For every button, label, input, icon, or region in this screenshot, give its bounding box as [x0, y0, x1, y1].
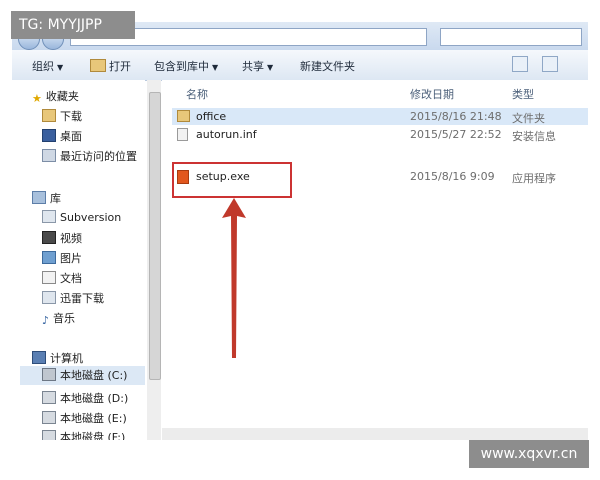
desktop-icon [42, 129, 56, 142]
horizontal-scrollbar[interactable] [162, 428, 588, 440]
column-header-name[interactable]: 名称 [186, 86, 208, 102]
hard-drive-icon [42, 430, 56, 440]
file-date: 2015/8/16 9:09 [410, 170, 495, 183]
setup-highlight-box [172, 162, 292, 198]
column-header-date[interactable]: 修改日期 [410, 86, 454, 102]
file-row-autorun[interactable]: autorun.inf 2015/5/27 22:52 安装信息 [172, 126, 588, 143]
file-row-office[interactable]: office 2015/8/16 21:48 文件夹 [172, 108, 588, 125]
sidebar-item-label: 图片 [60, 252, 82, 265]
file-name: office [196, 110, 227, 123]
scrollbar-thumb[interactable] [149, 92, 161, 380]
navigation-scrollbar[interactable] [147, 80, 161, 440]
search-input[interactable] [440, 28, 582, 46]
file-type: 安装信息 [512, 130, 556, 143]
explorer-window: 组织 ▼ 打开 包含到库中 ▼ 共享 ▼ 新建文件夹 ★ 收藏夹 下载 桌面 最近访问的… [12, 22, 588, 440]
picture-icon [42, 251, 56, 264]
sidebar-item-downloads[interactable]: 下载 [42, 108, 82, 124]
sidebar-item-drive-e[interactable]: 本地磁盘 (E:) [42, 410, 127, 426]
share-label: 共享 [242, 60, 264, 73]
sidebar-item-desktop[interactable]: 桌面 [42, 128, 82, 144]
arrow-shape [222, 198, 246, 358]
open-button[interactable]: 打开 [90, 58, 131, 74]
sidebar-libraries-header[interactable]: 库 [32, 190, 61, 206]
organize-button[interactable]: 组织 ▼ [32, 58, 63, 74]
view-options-icon[interactable] [542, 56, 558, 72]
command-toolbar: 组织 ▼ 打开 包含到库中 ▼ 共享 ▼ 新建文件夹 [12, 50, 588, 81]
sidebar-item-label: 视频 [60, 232, 82, 245]
sidebar-item-pictures[interactable]: 图片 [42, 250, 82, 266]
folder-icon [177, 110, 190, 122]
sidebar-item-label: 本地磁盘 (D:) [60, 392, 129, 405]
hard-drive-icon [42, 411, 56, 424]
sidebar-item-thunder-downloads[interactable]: 迅雷下载 [42, 290, 104, 306]
sidebar-item-label: 文档 [60, 272, 82, 285]
libraries-label: 库 [50, 192, 61, 205]
chevron-down-icon: ▼ [212, 63, 219, 72]
sidebar-item-recent[interactable]: 最近访问的位置 [42, 148, 137, 164]
sidebar-item-label: 本地磁盘 (E:) [60, 412, 127, 425]
sidebar-item-label: Subversion [60, 211, 122, 224]
sidebar-item-label: 迅雷下载 [60, 292, 104, 305]
file-name: autorun.inf [196, 128, 257, 141]
column-header-type[interactable]: 类型 [512, 86, 534, 102]
tg-watermark: TG: MYYJJPP [11, 11, 135, 39]
hard-drive-icon [42, 391, 56, 404]
chevron-down-icon: ▼ [57, 63, 64, 72]
include-library-label: 包含到库中 [154, 60, 209, 73]
sidebar-computer-header[interactable]: 计算机 [32, 350, 83, 366]
preview-pane-icon[interactable] [512, 56, 528, 72]
open-label: 打开 [109, 60, 131, 73]
sidebar-item-documents[interactable]: 文档 [42, 270, 82, 286]
recent-places-icon [42, 149, 56, 162]
system-drive-icon [42, 368, 56, 381]
library-icon [32, 191, 46, 204]
music-note-icon: ♪ [42, 314, 50, 327]
star-icon: ★ [32, 92, 42, 105]
new-folder-button[interactable]: 新建文件夹 [300, 58, 355, 74]
sidebar-item-label: 音乐 [53, 312, 76, 325]
sidebar-item-drive-c[interactable]: 本地磁盘 (C:) [20, 366, 145, 385]
sidebar-item-drive-d[interactable]: 本地磁盘 (D:) [42, 390, 128, 406]
chevron-down-icon: ▼ [267, 63, 274, 72]
sidebar-item-label: 最近访问的位置 [60, 150, 137, 163]
share-button[interactable]: 共享 ▼ [242, 58, 273, 74]
file-type: 应用程序 [512, 172, 556, 185]
file-date: 2015/5/27 22:52 [410, 128, 502, 141]
sidebar-item-drive-f[interactable]: 本地磁盘 (F:) [42, 429, 125, 440]
file-list-pane: 名称 修改日期 类型 office 2015/8/16 21:48 文件夹 au… [162, 80, 588, 440]
sidebar-item-label: 桌面 [60, 130, 82, 143]
site-watermark: www.xqxvr.cn [469, 440, 589, 468]
downloads-folder-icon [42, 109, 56, 122]
sidebar-item-music[interactable]: ♪ 音乐 [42, 310, 76, 327]
settings-file-icon [177, 128, 188, 141]
video-icon [42, 231, 56, 244]
organize-label: 组织 [32, 60, 54, 73]
computer-icon [32, 351, 46, 364]
red-arrow-annotation [222, 198, 246, 358]
sidebar-item-label: 本地磁盘 (C:) [60, 369, 128, 382]
include-library-button[interactable]: 包含到库中 ▼ [154, 58, 218, 74]
sidebar-favorites-header[interactable]: ★ 收藏夹 [32, 88, 79, 105]
sidebar-item-label: 本地磁盘 (F:) [60, 431, 126, 440]
open-icon [90, 59, 106, 72]
file-date: 2015/8/16 21:48 [410, 110, 502, 123]
sidebar-item-label: 下载 [60, 110, 82, 123]
sidebar-item-videos[interactable]: 视频 [42, 230, 82, 246]
navigation-pane: ★ 收藏夹 下载 桌面 最近访问的位置 库 Subversion 视频 图片 文档… [12, 80, 145, 440]
download-library-icon [42, 291, 56, 304]
document-library-icon [42, 210, 56, 223]
file-type: 文件夹 [512, 112, 545, 125]
computer-label: 计算机 [50, 352, 83, 365]
sidebar-item-subversion[interactable]: Subversion [42, 210, 121, 224]
document-icon [42, 271, 56, 284]
favorites-label: 收藏夹 [45, 90, 79, 103]
